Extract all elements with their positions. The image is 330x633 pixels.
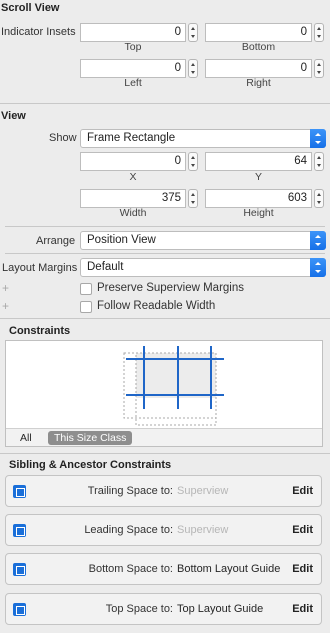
inset-top-label: Top <box>124 41 142 53</box>
section-divider <box>0 453 330 454</box>
show-popup-value: Frame Rectangle <box>87 132 176 144</box>
popup-chevron-icon <box>310 129 326 148</box>
divider <box>5 226 325 227</box>
indicator-insets-label: Indicator Insets <box>1 26 76 38</box>
frame-width-stepper[interactable] <box>188 189 198 208</box>
constraints-diagram-graphic <box>123 346 224 426</box>
preserve-margins-label: Preserve Superview Margins <box>97 282 245 294</box>
constraint-card-bottom[interactable]: Bottom Space to: Bottom Layout Guide Edi… <box>5 553 322 585</box>
size-class-bar: All This Size Class <box>6 428 322 446</box>
frame-x-field[interactable]: 0 <box>80 152 186 171</box>
edit-button[interactable]: Edit <box>292 563 313 575</box>
all-label[interactable]: All <box>20 432 32 444</box>
this-size-class-pill[interactable]: This Size Class <box>48 431 133 445</box>
leading-space-icon <box>13 524 26 537</box>
trailing-space-icon <box>13 485 26 498</box>
frame-y-label: Y <box>254 171 262 183</box>
frame-x-stepper[interactable] <box>188 152 198 171</box>
constraint-card-top[interactable]: Top Space to: Top Layout Guide Edit <box>5 593 322 625</box>
inset-left-label: Left <box>124 77 142 89</box>
divider <box>5 253 325 254</box>
constraints-title: Constraints <box>9 325 71 337</box>
frame-height-field[interactable]: 603 <box>205 189 312 208</box>
popup-chevron-icon <box>310 258 326 277</box>
add-variation-icon[interactable]: + <box>2 281 9 295</box>
popup-chevron-icon <box>310 231 326 250</box>
section-divider <box>0 103 330 104</box>
constraint-target: Superview <box>177 524 229 536</box>
add-variation-icon[interactable]: + <box>2 299 9 313</box>
preserve-margins-checkbox[interactable] <box>80 283 92 295</box>
constraints-diagram: All This Size Class <box>5 340 323 447</box>
constraint-target: Bottom Layout Guide <box>177 563 281 575</box>
inset-left-field[interactable]: 0 <box>80 59 186 78</box>
constraint-card-trailing[interactable]: Trailing Space to: Superview Edit <box>5 475 322 507</box>
inset-bottom-label: Bottom <box>241 41 276 53</box>
scroll-view-title: Scroll View <box>1 2 60 14</box>
layout-margins-popup[interactable]: Default <box>80 258 326 277</box>
constraint-label: Bottom Space to: <box>88 563 173 575</box>
frame-y-field[interactable]: 64 <box>205 152 312 171</box>
arrange-popup-value: Position View <box>87 234 156 246</box>
view-title: View <box>1 110 26 122</box>
arrange-popup[interactable]: Position View <box>80 231 326 250</box>
layout-margins-label: Layout Margins <box>2 262 78 274</box>
inset-top-field[interactable]: 0 <box>80 23 186 42</box>
show-popup[interactable]: Frame Rectangle <box>80 129 326 148</box>
frame-x-label: X <box>129 171 137 183</box>
edit-button[interactable]: Edit <box>292 485 313 497</box>
frame-height-label: Height <box>243 207 274 219</box>
show-label: Show <box>49 132 77 144</box>
section-divider <box>0 318 330 319</box>
constraint-target: Top Layout Guide <box>177 603 264 615</box>
constraint-label: Trailing Space to: <box>87 485 173 497</box>
layout-margins-popup-value: Default <box>87 261 124 273</box>
frame-y-stepper[interactable] <box>314 152 324 171</box>
inset-top-stepper[interactable] <box>188 23 198 42</box>
constraint-label: Top Space to: <box>105 603 173 615</box>
edit-button[interactable]: Edit <box>292 603 313 615</box>
follow-readable-width-checkbox[interactable] <box>80 301 92 313</box>
constraint-card-leading[interactable]: Leading Space to: Superview Edit <box>5 514 322 546</box>
inset-bottom-field[interactable]: 0 <box>205 23 312 42</box>
bottom-space-icon <box>13 563 26 576</box>
edit-button[interactable]: Edit <box>292 524 313 536</box>
inset-right-label: Right <box>246 77 271 89</box>
frame-width-field[interactable]: 375 <box>80 189 186 208</box>
follow-readable-width-label: Follow Readable Width <box>97 300 216 312</box>
frame-width-label: Width <box>119 207 147 219</box>
constraint-target: Superview <box>177 485 229 497</box>
inset-right-stepper[interactable] <box>314 59 324 78</box>
sibling-constraints-title: Sibling & Ancestor Constraints <box>9 459 172 471</box>
arrange-label: Arrange <box>36 235 76 247</box>
constraint-label: Leading Space to: <box>84 524 173 536</box>
top-space-icon <box>13 603 26 616</box>
inset-right-field[interactable]: 0 <box>205 59 312 78</box>
inset-left-stepper[interactable] <box>188 59 198 78</box>
inset-bottom-stepper[interactable] <box>314 23 324 42</box>
frame-height-stepper[interactable] <box>314 189 324 208</box>
